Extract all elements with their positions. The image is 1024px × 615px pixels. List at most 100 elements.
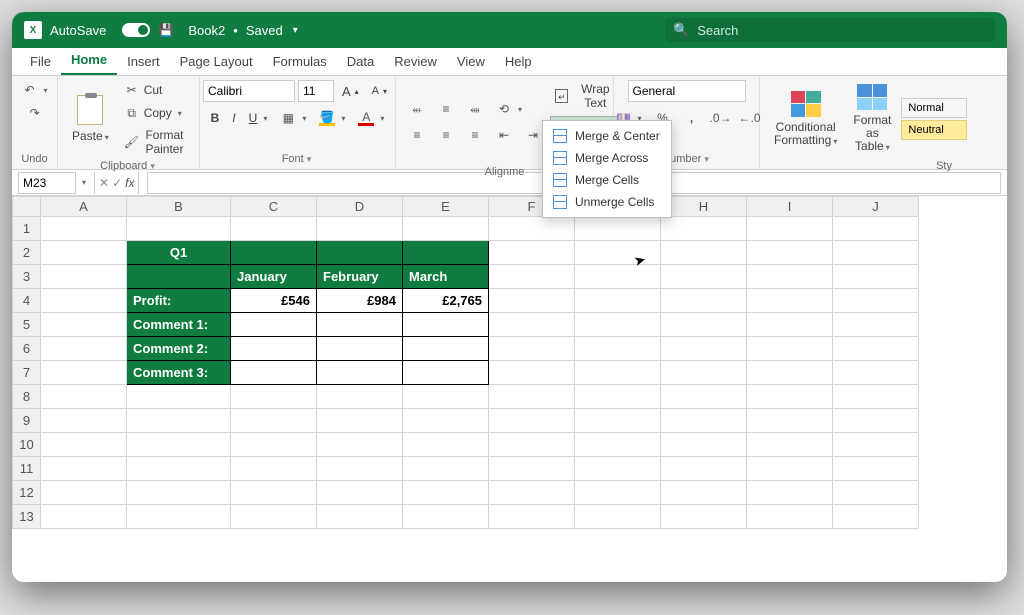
cell-E4[interactable]: £2,765 xyxy=(403,289,489,313)
paste-button[interactable]: Paste▾ xyxy=(66,91,115,147)
cell-B6[interactable]: Comment 2: xyxy=(127,337,231,361)
borders-button[interactable]: ▦▾ xyxy=(275,108,311,128)
col-header-H[interactable]: H xyxy=(661,197,747,217)
tab-view[interactable]: View xyxy=(447,48,495,75)
format-as-table-button[interactable]: Format as Table▾ xyxy=(847,80,897,158)
namebox-caret[interactable]: ▾ xyxy=(82,178,86,187)
col-header-D[interactable]: D xyxy=(317,197,403,217)
menu-merge-across[interactable]: Merge Across xyxy=(543,147,671,169)
row-header-7[interactable]: 7 xyxy=(13,361,41,385)
cell-D4[interactable]: £984 xyxy=(317,289,403,313)
grow-font-button[interactable]: A▴ xyxy=(337,82,364,101)
increase-decimal-button[interactable]: .0→ xyxy=(708,108,734,128)
cell-style-neutral[interactable]: Neutral xyxy=(901,120,967,140)
font-name-select[interactable] xyxy=(203,80,295,102)
cell-B7[interactable]: Comment 3: xyxy=(127,361,231,385)
cell-style-gallery[interactable]: Normal Neutral xyxy=(901,98,967,140)
undo-button[interactable]: ↶▾ xyxy=(17,80,53,100)
cell-B4[interactable]: Profit: xyxy=(127,289,231,313)
col-header-J[interactable]: J xyxy=(833,197,919,217)
cell-D2[interactable] xyxy=(317,241,403,265)
tab-data[interactable]: Data xyxy=(337,48,384,75)
row-header-10[interactable]: 10 xyxy=(13,433,41,457)
cell-B3[interactable] xyxy=(127,265,231,289)
font-size-select[interactable] xyxy=(298,80,334,102)
format-painter-button[interactable]: 🖌Format Painter xyxy=(119,126,191,158)
col-header-C[interactable]: C xyxy=(231,197,317,217)
row-header-13[interactable]: 13 xyxy=(13,505,41,529)
cell-C4[interactable]: £546 xyxy=(231,289,317,313)
underline-button[interactable]: U▾ xyxy=(244,109,273,127)
col-header-E[interactable]: E xyxy=(403,197,489,217)
tab-file[interactable]: File xyxy=(20,48,61,75)
spreadsheet-grid[interactable]: A B C D E F G H I J 1 2 Q1 xyxy=(12,196,1007,582)
align-top-button[interactable]: ⬴ xyxy=(404,99,430,119)
decrease-decimal-button[interactable]: ←.0 xyxy=(737,108,763,128)
tab-formulas[interactable]: Formulas xyxy=(263,48,337,75)
copy-button[interactable]: ⧉Copy▾ xyxy=(119,103,191,123)
cell-C2[interactable] xyxy=(231,241,317,265)
tab-page-layout[interactable]: Page Layout xyxy=(170,48,263,75)
cancel-formula-icon[interactable]: ✕ xyxy=(99,176,109,190)
orientation-button[interactable]: ⟲▾ xyxy=(491,99,527,119)
row-header-5[interactable]: 5 xyxy=(13,313,41,337)
cell-E2[interactable] xyxy=(403,241,489,265)
menu-merge-cells[interactable]: Merge Cells xyxy=(543,169,671,191)
cell-B2[interactable]: Q1 xyxy=(127,241,231,265)
row-header-11[interactable]: 11 xyxy=(13,457,41,481)
tab-home[interactable]: Home xyxy=(61,46,117,75)
row-header-8[interactable]: 8 xyxy=(13,385,41,409)
enter-formula-icon[interactable]: ✓ xyxy=(112,176,122,190)
align-right-button[interactable]: ≡ xyxy=(462,125,488,145)
font-color-button[interactable]: A▾ xyxy=(353,108,389,128)
row-header-1[interactable]: 1 xyxy=(13,217,41,241)
search-box[interactable]: 🔍 Search xyxy=(665,18,995,42)
comma-style-button[interactable]: , xyxy=(679,108,705,128)
redo-button[interactable]: ↷ xyxy=(22,103,48,123)
col-header-A[interactable]: A xyxy=(41,197,127,217)
cell-E6[interactable] xyxy=(403,337,489,361)
fx-icon[interactable]: fx xyxy=(125,176,134,190)
cell-D6[interactable] xyxy=(317,337,403,361)
align-middle-button[interactable]: ≡ xyxy=(433,99,459,119)
bold-button[interactable]: B xyxy=(206,109,225,127)
tab-review[interactable]: Review xyxy=(384,48,447,75)
align-center-button[interactable]: ≡ xyxy=(433,125,459,145)
row-header-2[interactable]: 2 xyxy=(13,241,41,265)
cell-style-normal[interactable]: Normal xyxy=(901,98,967,118)
align-bottom-button[interactable]: ⬵ xyxy=(462,99,488,119)
cell-C6[interactable] xyxy=(231,337,317,361)
italic-button[interactable]: I xyxy=(227,109,240,127)
cut-button[interactable]: ✂Cut xyxy=(119,80,191,100)
select-all-corner[interactable] xyxy=(13,197,41,217)
cell-B5[interactable]: Comment 1: xyxy=(127,313,231,337)
autosave-toggle[interactable] xyxy=(122,23,150,37)
cell-C7[interactable] xyxy=(231,361,317,385)
row-header-9[interactable]: 9 xyxy=(13,409,41,433)
cell-D7[interactable] xyxy=(317,361,403,385)
col-header-I[interactable]: I xyxy=(747,197,833,217)
cell-D5[interactable] xyxy=(317,313,403,337)
cell-E5[interactable] xyxy=(403,313,489,337)
row-header-4[interactable]: 4 xyxy=(13,289,41,313)
cell-C3[interactable]: January xyxy=(231,265,317,289)
menu-merge-and-center[interactable]: Merge & Center xyxy=(543,125,671,147)
decrease-indent-button[interactable]: ⇤ xyxy=(491,125,517,145)
col-header-B[interactable]: B xyxy=(127,197,231,217)
title-chevron-down-icon[interactable]: ▾ xyxy=(293,25,298,36)
tab-help[interactable]: Help xyxy=(495,48,542,75)
row-header-12[interactable]: 12 xyxy=(13,481,41,505)
row-header-3[interactable]: 3 xyxy=(13,265,41,289)
shrink-font-button[interactable]: A▾ xyxy=(367,83,392,99)
conditional-formatting-button[interactable]: Conditional Formatting▾ xyxy=(768,87,843,151)
cell-E3[interactable]: March xyxy=(403,265,489,289)
tab-insert[interactable]: Insert xyxy=(117,48,170,75)
save-icon[interactable]: 💾 xyxy=(158,22,174,38)
number-format-select[interactable] xyxy=(628,80,746,102)
fill-color-button[interactable]: 🪣▾ xyxy=(314,108,350,128)
menu-unmerge-cells[interactable]: Unmerge Cells xyxy=(543,191,671,213)
cell-D3[interactable]: February xyxy=(317,265,403,289)
cell-C5[interactable] xyxy=(231,313,317,337)
row-header-6[interactable]: 6 xyxy=(13,337,41,361)
align-left-button[interactable]: ≡ xyxy=(404,125,430,145)
